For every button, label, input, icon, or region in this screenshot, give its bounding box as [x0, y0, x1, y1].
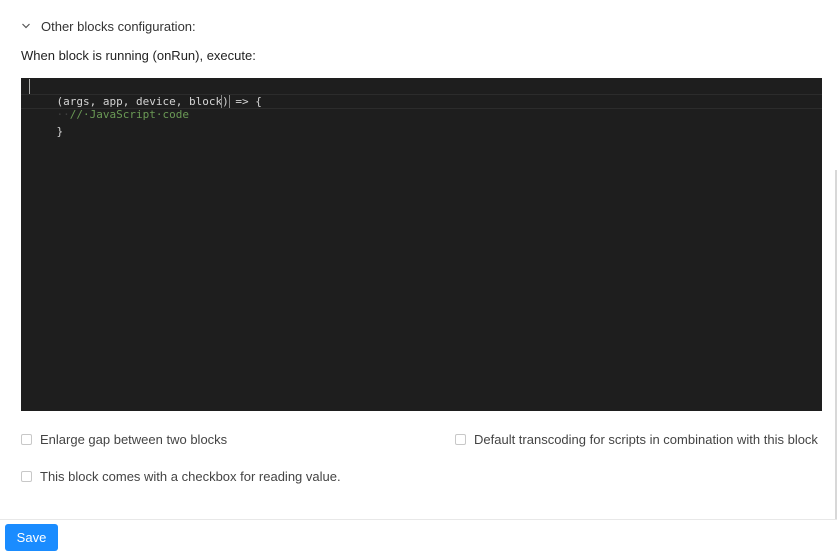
section-title: Other blocks configuration:	[41, 18, 196, 34]
default-transcoding-label: Default transcoding for scripts in combi…	[474, 432, 818, 447]
save-button[interactable]: Save	[5, 524, 58, 551]
closing-brace: }	[56, 125, 64, 138]
code-line-1: (args, app, device, block) => {	[21, 79, 822, 109]
code-line-2: ··//·JavaScript·code	[21, 94, 822, 121]
default-transcoding-checkbox[interactable]	[455, 434, 466, 445]
enlarge-gap-option[interactable]: Enlarge gap between two blocks	[21, 432, 227, 447]
code-editor[interactable]: (args, app, device, block) => { ··//·Jav…	[21, 78, 822, 411]
reading-checkbox-checkbox[interactable]	[21, 471, 32, 482]
enlarge-gap-label: Enlarge gap between two blocks	[40, 432, 228, 447]
code-line-3: }	[21, 109, 822, 138]
reading-checkbox-option[interactable]: This block comes with a checkbox for rea…	[21, 469, 341, 484]
dialog-footer: Save	[0, 519, 837, 551]
default-transcoding-option[interactable]: Default transcoding for scripts in combi…	[455, 432, 818, 447]
text-cursor	[29, 79, 30, 94]
section-header-other-blocks[interactable]: Other blocks configuration:	[21, 17, 196, 35]
reading-checkbox-label: This block comes with a checkbox for rea…	[40, 469, 341, 484]
enlarge-gap-checkbox[interactable]	[21, 434, 32, 445]
onrun-label: When block is running (onRun), execute:	[21, 48, 256, 63]
chevron-down-icon	[21, 21, 31, 31]
